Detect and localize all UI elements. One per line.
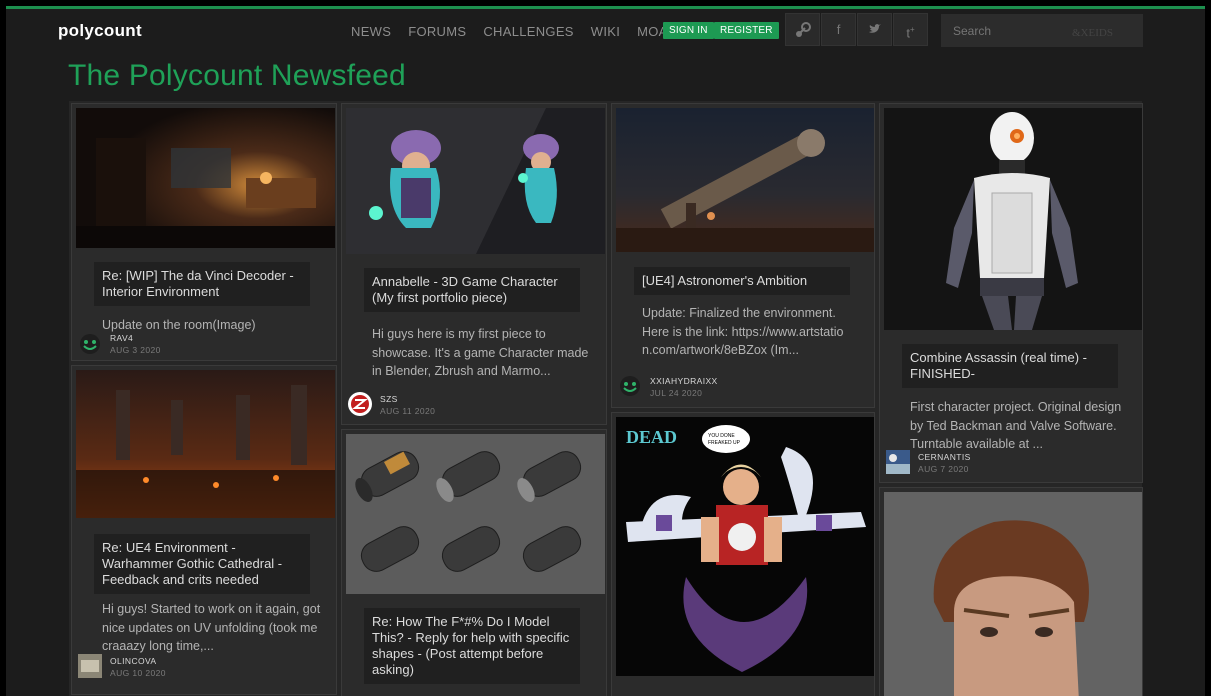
newsfeed-grid: Re: [WIP] The da Vinci Decoder - Interio…	[69, 101, 1143, 696]
post-title[interactable]: Re: How The F*#% Do I Model This? - Repl…	[364, 608, 580, 684]
search-watermark: &XEIDS	[1072, 27, 1113, 39]
author-avatar[interactable]	[886, 450, 910, 474]
author-name[interactable]: RAV4	[110, 333, 133, 343]
post-date: AUG 10 2020	[110, 668, 166, 678]
post-card[interactable]: Re: [WIP] The da Vinci Decoder - Interio…	[71, 103, 337, 361]
post-date: AUG 3 2020	[110, 345, 161, 355]
post-card[interactable]: Re: UE4 Environment - Warhammer Gothic C…	[71, 365, 337, 695]
site-header: polycount NEWS FORUMS CHALLENGES WIKI MO…	[6, 9, 1205, 55]
post-thumbnail[interactable]: DEAD YOU DONE FREAKED UP	[616, 417, 874, 676]
nav-forums[interactable]: FORUMS	[408, 24, 466, 39]
post-title[interactable]: [UE4] Astronomer's Ambition	[634, 267, 850, 295]
post-excerpt: Update on the room(Image)	[102, 318, 256, 332]
author-name[interactable]: SZS	[380, 394, 398, 404]
nav-wiki[interactable]: WIKI	[591, 24, 620, 39]
post-title[interactable]: Re: [WIP] The da Vinci Decoder - Interio…	[94, 262, 310, 306]
post-title[interactable]: Combine Assassin (real time) - FINISHED-	[902, 344, 1118, 388]
site-logo[interactable]: polycount	[58, 21, 142, 41]
author-name[interactable]: OLINCOVA	[110, 656, 157, 666]
svg-text:FREAKED UP: FREAKED UP	[708, 440, 741, 446]
post-thumbnail[interactable]	[884, 492, 1142, 696]
post-excerpt: Hi guys here is my first piece to showca…	[372, 327, 589, 378]
author-name[interactable]: CERNANTIS	[918, 452, 971, 462]
post-card[interactable]: Combine Assassin (real time) - FINISHED-…	[879, 103, 1143, 483]
author-avatar[interactable]	[78, 332, 102, 356]
page-title: The Polycount Newsfeed	[68, 59, 406, 92]
author-name[interactable]: XXIAHYDRAIXX	[650, 376, 718, 386]
post-card[interactable]: Annabelle - 3D Game Character (My first …	[341, 103, 607, 425]
post-card[interactable]: DEAD YOU DONE FREAKED UP	[611, 412, 875, 696]
post-date: JUL 24 2020	[650, 388, 703, 398]
post-card[interactable]: Re: How The F*#% Do I Model This? - Repl…	[341, 429, 607, 696]
facebook-icon[interactable]: f	[821, 13, 856, 46]
post-card[interactable]	[879, 487, 1143, 696]
post-title[interactable]: Re: UE4 Environment - Warhammer Gothic C…	[94, 534, 310, 594]
nav-news[interactable]: NEWS	[351, 24, 391, 39]
post-excerpt: First character project. Original design…	[910, 400, 1122, 451]
post-date: AUG 7 2020	[918, 464, 969, 474]
post-thumbnail[interactable]	[76, 370, 335, 518]
post-thumbnail[interactable]	[346, 108, 605, 254]
tumblr-icon[interactable]: t+	[893, 13, 928, 46]
post-excerpt: Hi guys! Started to work on it again, go…	[102, 602, 321, 653]
post-thumbnail[interactable]	[76, 108, 335, 248]
post-thumbnail[interactable]	[616, 108, 874, 252]
post-date: AUG 11 2020	[380, 406, 436, 416]
post-thumbnail[interactable]	[884, 108, 1142, 330]
post-card[interactable]: [UE4] Astronomer's Ambition Update: Fina…	[611, 103, 875, 408]
post-thumbnail[interactable]	[346, 434, 605, 594]
steam-icon[interactable]	[785, 13, 820, 46]
nav-challenges[interactable]: CHALLENGES	[483, 24, 573, 39]
comic-logo: DEAD	[626, 427, 677, 447]
browser-viewport: polycount NEWS FORUMS CHALLENGES WIKI MO…	[6, 6, 1205, 696]
post-title[interactable]: Annabelle - 3D Game Character (My first …	[364, 268, 580, 312]
register-button[interactable]: REGISTER	[714, 22, 779, 39]
twitter-icon[interactable]	[857, 13, 892, 46]
svg-text:YOU DONE: YOU DONE	[708, 433, 735, 439]
author-avatar[interactable]	[78, 654, 102, 678]
sign-in-button[interactable]: SIGN IN	[663, 22, 714, 39]
post-excerpt: Update: Finalized the environment. Here …	[642, 306, 844, 357]
author-avatar[interactable]	[618, 374, 642, 398]
main-nav: NEWS FORUMS CHALLENGES WIKI MOAR	[351, 24, 694, 39]
author-avatar[interactable]	[348, 392, 372, 416]
